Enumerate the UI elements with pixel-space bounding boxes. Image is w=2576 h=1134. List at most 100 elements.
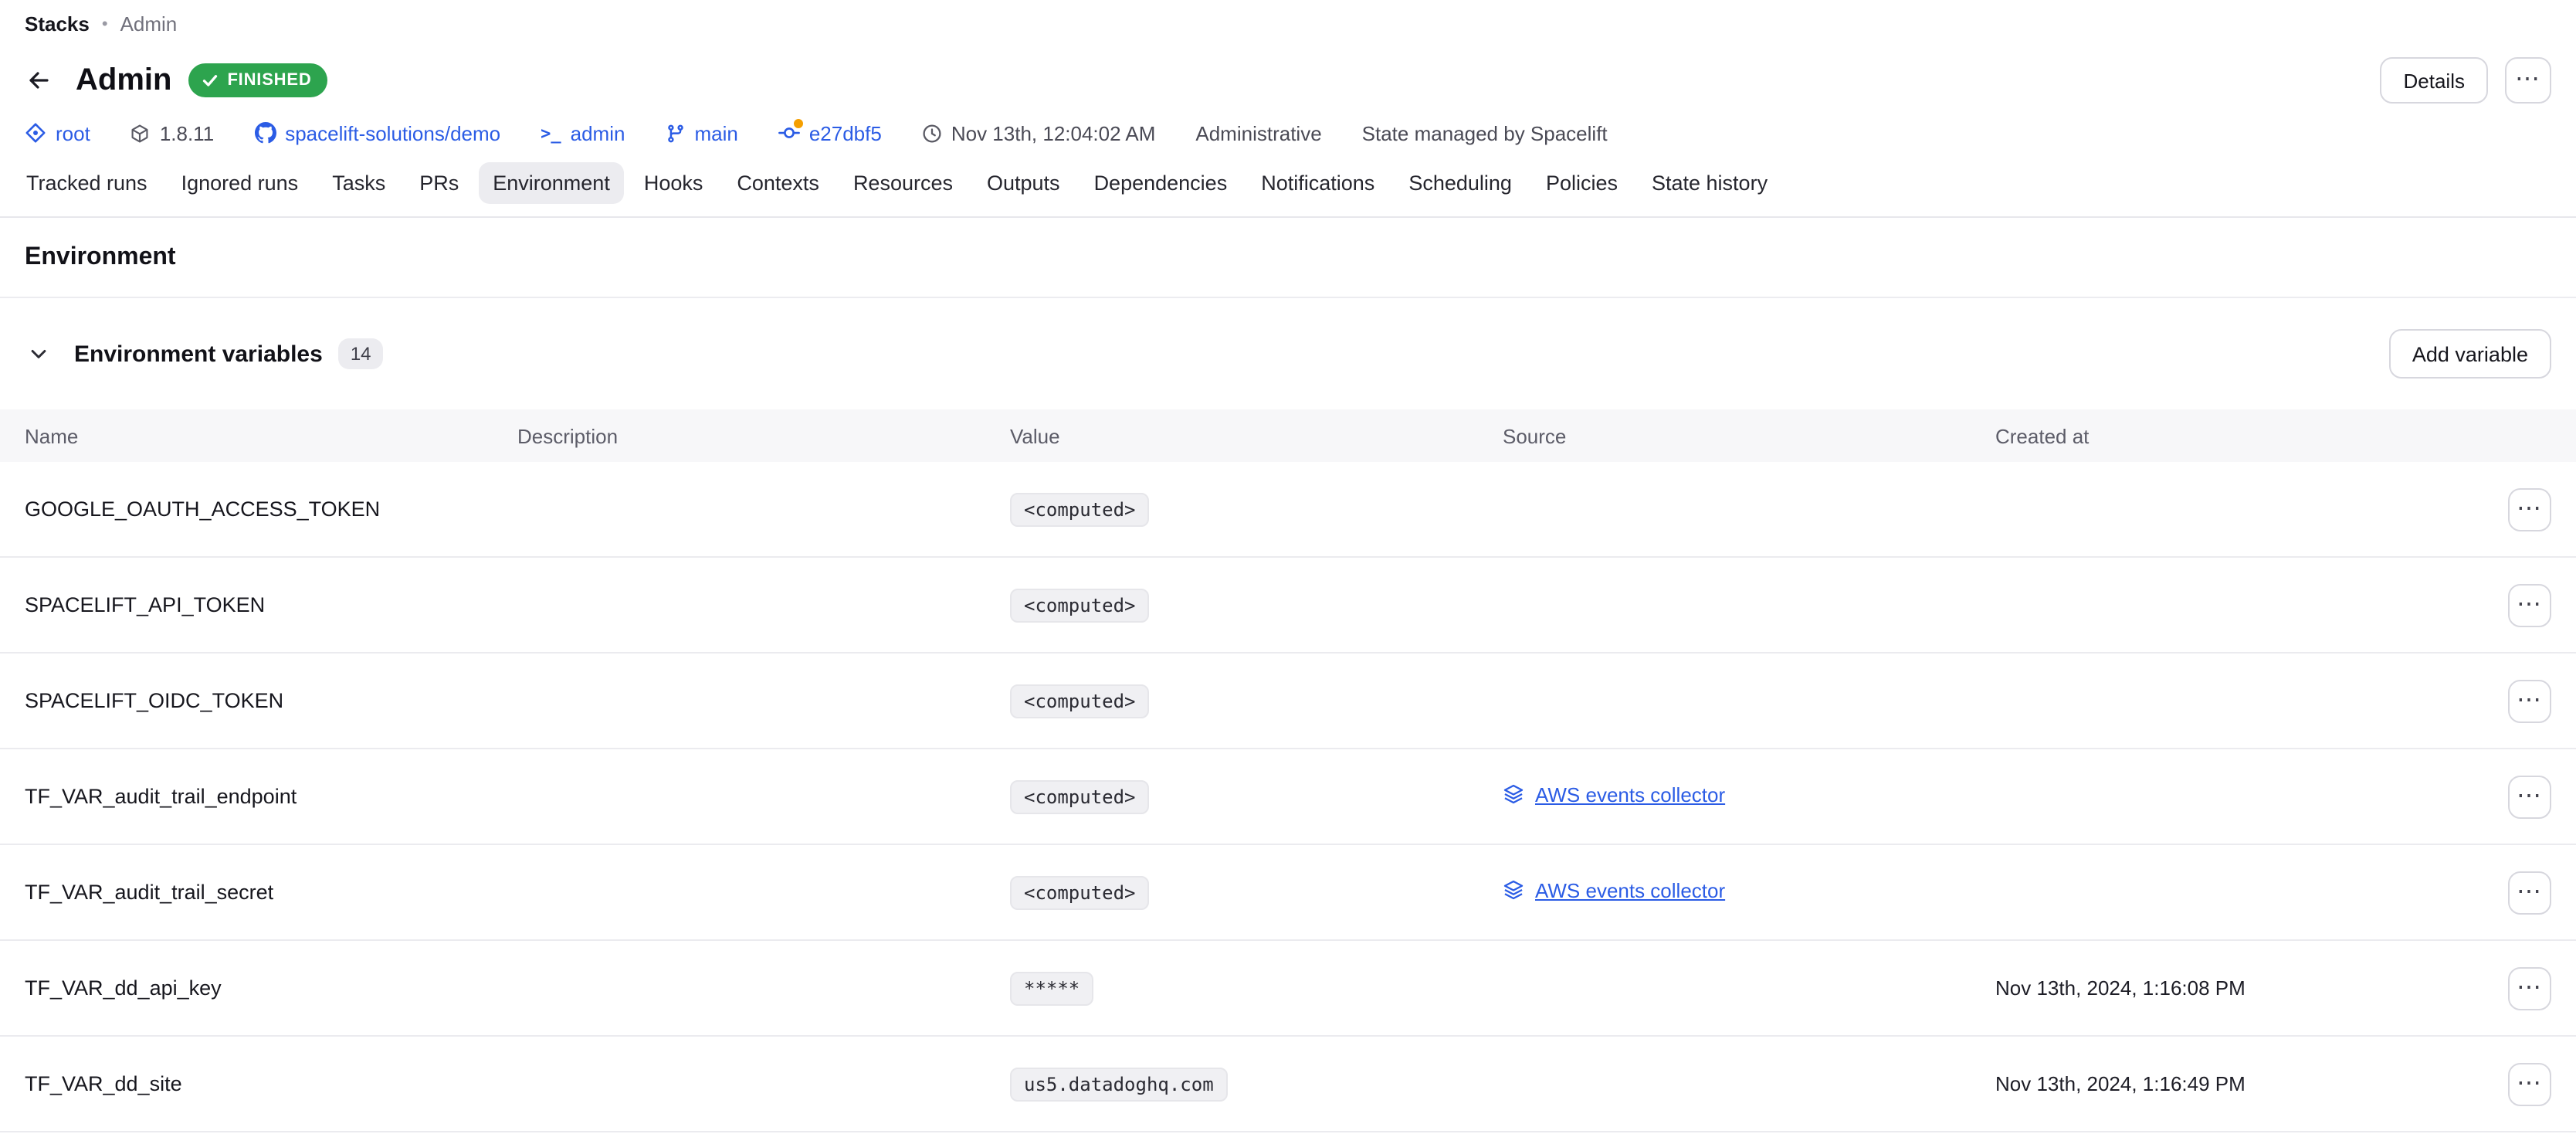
ellipsis-icon: ⋯ [2517, 784, 2543, 809]
source-context-link[interactable]: AWS events collector [1503, 879, 1725, 902]
add-variable-button[interactable]: Add variable [2389, 329, 2551, 379]
env-var-row: GOOGLE_OAUTH_ACCESS_TOKEN <computed> ⋯ [0, 462, 2576, 558]
tab-tasks[interactable]: Tasks [318, 162, 399, 204]
column-header-name: Name [25, 424, 517, 447]
env-var-row: TF_VAR_audit_trail_endpoint <computed> A… [0, 749, 2576, 845]
space-label: root [56, 121, 90, 144]
env-variables-header: Environment variables 14 Add variable [0, 298, 2576, 409]
ellipsis-icon: ⋯ [2517, 688, 2543, 713]
space-link[interactable]: root [25, 121, 90, 144]
row-menu-button[interactable]: ⋯ [2508, 679, 2551, 722]
tab-outputs[interactable]: Outputs [973, 162, 1074, 204]
tab-tracked-runs[interactable]: Tracked runs [12, 162, 161, 204]
column-header-source: Source [1503, 424, 1995, 447]
env-var-name: TF_VAR_audit_trail_endpoint [25, 785, 517, 808]
stack-type-label: Administrative [1195, 121, 1321, 144]
source-context-link[interactable]: AWS events collector [1503, 783, 1725, 806]
version-label: 1.8.11 [160, 121, 214, 144]
env-var-value: <computed> [1010, 875, 1150, 909]
source-context-label: AWS events collector [1535, 783, 1725, 806]
repository-label: spacelift-solutions/demo [285, 121, 500, 144]
check-icon [201, 71, 219, 90]
env-var-value: <computed> [1010, 779, 1150, 813]
tab-hooks[interactable]: Hooks [630, 162, 717, 204]
row-menu-button[interactable]: ⋯ [2508, 1062, 2551, 1105]
state-note-item: State managed by Spacelift [1362, 121, 1608, 144]
commit-link[interactable]: e27dbf5 [778, 121, 882, 144]
stack-meta-row: root 1.8.11 spacelift-solutions/demo >_ … [25, 119, 2551, 147]
worker-pool-link[interactable]: >_ admin [541, 121, 625, 144]
tab-environment[interactable]: Environment [479, 162, 624, 204]
back-button[interactable] [19, 60, 59, 100]
tab-state-history[interactable]: State history [1638, 162, 1781, 204]
env-var-row: TF_VAR_dd_api_key ***** Nov 13th, 2024, … [0, 941, 2576, 1037]
finished-at-label: Nov 13th, 12:04:02 AM [951, 121, 1156, 144]
details-button[interactable]: Details [2381, 57, 2489, 104]
row-menu-button[interactable]: ⋯ [2508, 775, 2551, 818]
repository-link[interactable]: spacelift-solutions/demo [254, 121, 500, 144]
env-var-row: TF_VAR_dd_site us5.datadoghq.com Nov 13t… [0, 1037, 2576, 1132]
env-var-name: SPACELIFT_API_TOKEN [25, 593, 517, 616]
env-var-name: TF_VAR_dd_site [25, 1072, 517, 1095]
stack-tabs: Tracked runs Ignored runs Tasks PRs Envi… [0, 162, 2576, 218]
tab-resources[interactable]: Resources [839, 162, 967, 204]
env-var-source: AWS events collector [1503, 879, 1995, 906]
cube-icon [130, 123, 151, 143]
branch-label: main [694, 121, 737, 144]
git-branch-icon [665, 123, 685, 143]
row-menu-button[interactable]: ⋯ [2508, 487, 2551, 531]
env-var-name: TF_VAR_dd_api_key [25, 976, 517, 1000]
env-var-created-at: Nov 13th, 2024, 1:16:08 PM [1995, 976, 2477, 1000]
worker-pool-label: admin [571, 121, 625, 144]
stack-menu-button[interactable]: ⋯ [2505, 57, 2551, 104]
row-menu-button[interactable]: ⋯ [2508, 871, 2551, 914]
layers-icon [1503, 784, 1524, 806]
column-header-created-at: Created at [1995, 424, 2477, 447]
row-menu-button[interactable]: ⋯ [2508, 583, 2551, 626]
chevron-down-icon [28, 343, 49, 365]
tab-scheduling[interactable]: Scheduling [1395, 162, 1526, 204]
env-var-source: AWS events collector [1503, 783, 1995, 810]
clock-icon [922, 123, 942, 143]
tab-notifications[interactable]: Notifications [1247, 162, 1388, 204]
ellipsis-icon: ⋯ [2517, 497, 2543, 521]
page: Stacks • Admin Admin FINISHED Details ⋯ … [0, 0, 2576, 1134]
env-variables-title: Environment variables [74, 341, 323, 367]
ellipsis-icon: ⋯ [2515, 68, 2541, 93]
finished-at-item: Nov 13th, 12:04:02 AM [922, 121, 1156, 144]
tab-ignored-runs[interactable]: Ignored runs [168, 162, 313, 204]
env-var-name: SPACELIFT_OIDC_TOKEN [25, 689, 517, 712]
tab-dependencies[interactable]: Dependencies [1080, 162, 1242, 204]
status-badge-label: FINISHED [227, 71, 311, 90]
tab-policies[interactable]: Policies [1532, 162, 1632, 204]
env-var-value: <computed> [1010, 492, 1150, 526]
env-var-value: ***** [1010, 971, 1093, 1005]
row-menu-button[interactable]: ⋯ [2508, 966, 2551, 1010]
column-header-value: Value [1010, 424, 1503, 447]
env-var-name: TF_VAR_audit_trail_secret [25, 881, 517, 904]
env-var-row: TF_VAR_audit_trail_secret <computed> AWS… [0, 845, 2576, 941]
branch-link[interactable]: main [665, 121, 737, 144]
env-var-row: SPACELIFT_API_TOKEN <computed> ⋯ [0, 558, 2576, 654]
layers-icon [1503, 880, 1524, 901]
breadcrumb-stacks[interactable]: Stacks [25, 12, 90, 36]
env-var-created-at: Nov 13th, 2024, 1:16:49 PM [1995, 1072, 2477, 1095]
tab-contexts[interactable]: Contexts [723, 162, 833, 204]
breadcrumb-separator: • [102, 15, 108, 33]
collapse-toggle[interactable] [19, 334, 59, 374]
env-var-name: GOOGLE_OAUTH_ACCESS_TOKEN [25, 497, 517, 521]
breadcrumb: Stacks • Admin [0, 0, 2576, 45]
stack-header: Admin FINISHED Details ⋯ root 1.8.11 spa… [0, 45, 2576, 147]
space-icon [25, 122, 46, 144]
column-header-description: Description [517, 424, 1010, 447]
commit-label: e27dbf5 [809, 121, 882, 144]
ellipsis-icon: ⋯ [2517, 976, 2543, 1000]
breadcrumb-current: Admin [120, 12, 178, 36]
source-context-label: AWS events collector [1535, 879, 1725, 902]
ellipsis-icon: ⋯ [2517, 880, 2543, 905]
ellipsis-icon: ⋯ [2517, 1071, 2543, 1096]
arrow-left-icon [26, 68, 51, 93]
tab-prs[interactable]: PRs [405, 162, 473, 204]
terminal-icon: >_ [541, 123, 561, 143]
table-header-row: Name Description Value Source Created at [0, 409, 2576, 462]
